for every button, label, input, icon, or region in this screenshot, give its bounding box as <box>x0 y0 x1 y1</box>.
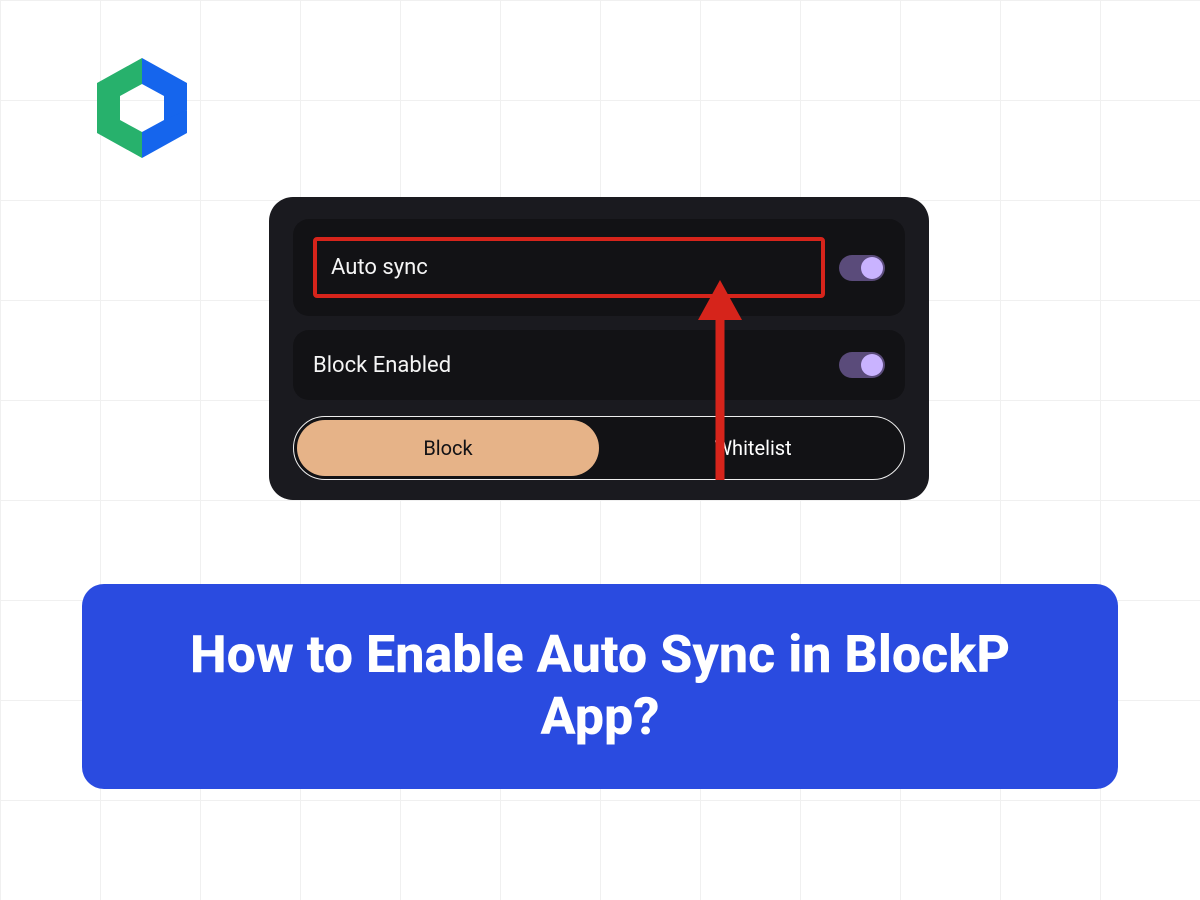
segment-whitelist-label: Whitelist <box>714 436 791 460</box>
block-enabled-row[interactable]: Block Enabled <box>293 330 905 400</box>
settings-card: Auto sync Block Enabled Block Whitelist <box>269 197 929 500</box>
auto-sync-toggle[interactable] <box>839 255 885 281</box>
blockp-logo <box>82 48 202 168</box>
segment-block-label: Block <box>423 436 472 460</box>
title-banner: How to Enable Auto Sync in BlockP App? <box>82 584 1118 789</box>
auto-sync-label: Auto sync <box>331 255 428 280</box>
segment-block[interactable]: Block <box>297 420 599 476</box>
block-enabled-label: Block Enabled <box>313 353 451 378</box>
auto-sync-row[interactable]: Auto sync <box>293 219 905 316</box>
block-whitelist-segmented[interactable]: Block Whitelist <box>293 416 905 480</box>
auto-sync-highlight: Auto sync <box>313 237 825 298</box>
segment-whitelist[interactable]: Whitelist <box>602 417 904 479</box>
toggle-knob-icon <box>861 354 883 376</box>
block-enabled-toggle[interactable] <box>839 352 885 378</box>
title-text: How to Enable Auto Sync in BlockP App? <box>130 624 1070 749</box>
toggle-knob-icon <box>861 257 883 279</box>
